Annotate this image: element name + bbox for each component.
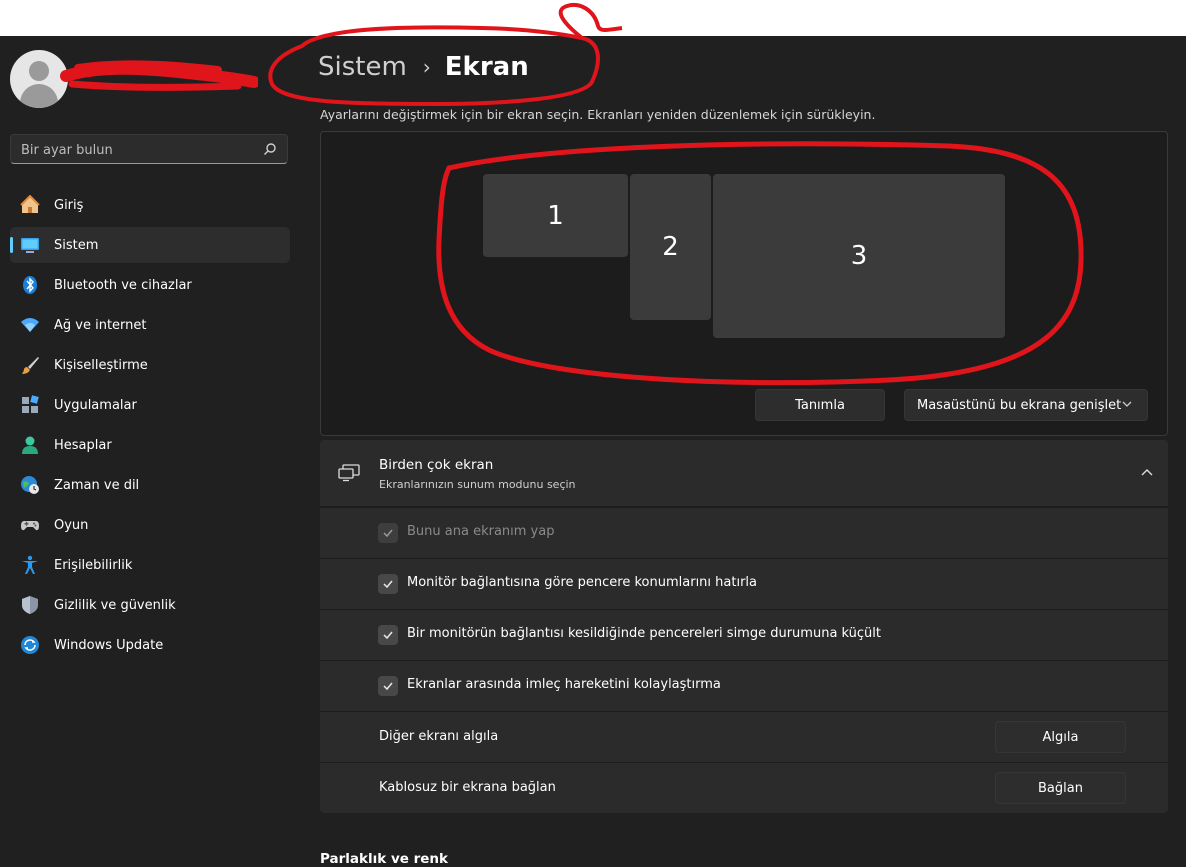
apps-icon [20,395,40,415]
display-arrangement-panel: 1 2 3 Tanımla Masaüstünü bu ekrana geniş… [320,131,1168,436]
checkbox-ease-cursor[interactable] [378,676,398,696]
globe-clock-icon [20,475,40,495]
account-icon [20,435,40,455]
sidebar-item-label: Uygulamalar [54,397,137,413]
option-row: Bir monitörün bağlantısı kesildiğinde pe… [320,609,1168,660]
sidebar-item-gizlilik[interactable]: Gizlilik ve güvenlik [10,587,290,623]
option-label[interactable]: Ekranlar arasında imleç hareketini kolay… [407,677,721,692]
wireless-label: Kablosuz bir ekrana bağlan [379,780,556,795]
multiple-displays-header[interactable]: Birden çok ekran Ekranlarınızın sunum mo… [320,440,1168,507]
sidebar-item-giris[interactable]: Giriş [10,187,290,223]
bluetooth-icon [20,275,40,295]
search-box[interactable] [10,134,288,165]
sidebar-item-label: Giriş [54,197,84,213]
brightness-section-heading: Parlaklık ve renk [320,851,449,867]
option-label[interactable]: Bir monitörün bağlantısı kesildiğinde pe… [407,626,881,641]
sidebar-item-bluetooth[interactable]: Bluetooth ve cihazlar [10,267,290,303]
section-subtitle: Ekranlarınızın sunum modunu seçin [379,478,576,491]
sidebar-item-label: Bluetooth ve cihazlar [54,277,192,293]
sidebar-item-label: Windows Update [54,637,164,653]
wifi-icon [20,315,40,335]
sidebar-item-label: Gizlilik ve güvenlik [54,597,176,613]
identify-button[interactable]: Tanımla [755,389,885,421]
username-redaction [60,60,258,91]
sidebar-item-windows-update[interactable]: Windows Update [10,627,290,663]
shield-icon [20,595,40,615]
connect-button[interactable]: Bağlan [995,772,1126,804]
checkbox-minimize-windows[interactable] [378,625,398,645]
search-input[interactable] [19,135,263,165]
paintbrush-icon [20,355,40,375]
sidebar-item-label: Zaman ve dil [54,477,140,493]
update-icon [20,635,40,655]
extend-display-value: Masaüstünü bu ekrana genişlet [917,397,1122,413]
multiple-displays-icon [338,464,360,482]
sidebar-item-label: Hesaplar [54,437,112,453]
sidebar-item-hesaplar[interactable]: Hesaplar [10,427,290,463]
sidebar-nav: Giriş Sistem Bluetooth ve cihazlar Ağ ve… [10,187,290,667]
option-row: Ekranlar arasında imleç hareketini kolay… [320,660,1168,711]
sidebar-item-label: Oyun [54,517,89,533]
checkmark-icon [383,529,393,538]
option-row: Monitör bağlantısına göre pencere konuml… [320,558,1168,609]
detect-button[interactable]: Algıla [995,721,1126,753]
chevron-up-icon[interactable] [1140,466,1154,480]
sidebar-item-label: Erişilebilirlik [54,557,133,573]
sidebar-item-label: Kişiselleştirme [54,357,148,373]
wireless-row: Kablosuz bir ekrana bağlan Bağlan [320,762,1168,813]
sidebar-item-kisisellestirme[interactable]: Kişiselleştirme [10,347,290,383]
sidebar-item-ag[interactable]: Ağ ve internet [10,307,290,343]
option-label: Bunu ana ekranım yap [407,524,555,539]
extend-display-select[interactable]: Masaüstünü bu ekrana genişlet [904,389,1148,421]
option-row: Bunu ana ekranım yap [320,507,1168,558]
home-icon [20,195,40,215]
sidebar-item-erisilebilirlik[interactable]: Erişilebilirlik [10,547,290,583]
red-annotation-loop [268,3,623,107]
arrange-instruction: Ayarlarını değiştirmek için bir ekran se… [320,107,876,122]
sidebar-item-oyun[interactable]: Oyun [10,507,290,543]
sidebar-item-uygulamalar[interactable]: Uygulamalar [10,387,290,423]
sidebar-item-label: Sistem [54,237,99,253]
detect-row: Diğer ekranı algıla Algıla [320,711,1168,762]
checkmark-icon [383,631,393,640]
sidebar-item-sistem[interactable]: Sistem [10,227,290,263]
gamepad-icon [20,515,40,535]
system-monitor-icon [20,235,40,255]
search-icon[interactable] [263,142,277,156]
settings-window: Giriş Sistem Bluetooth ve cihazlar Ağ ve… [0,3,1186,867]
multiple-displays-section: Birden çok ekran Ekranlarınızın sunum mo… [320,440,1168,813]
checkmark-icon [383,682,393,691]
sidebar-item-zaman[interactable]: Zaman ve dil [10,467,290,503]
detect-label: Diğer ekranı algıla [379,729,499,744]
checkbox-remember-window-locations[interactable] [378,574,398,594]
sidebar-item-label: Ağ ve internet [54,317,147,333]
chevron-down-icon [1122,401,1132,407]
red-annotation-ellipse [436,141,1084,386]
section-title: Birden çok ekran [379,457,494,473]
accessibility-icon [20,555,40,575]
checkbox-primary-display [378,523,398,543]
checkmark-icon [383,580,393,589]
option-label[interactable]: Monitör bağlantısına göre pencere konuml… [407,575,757,590]
